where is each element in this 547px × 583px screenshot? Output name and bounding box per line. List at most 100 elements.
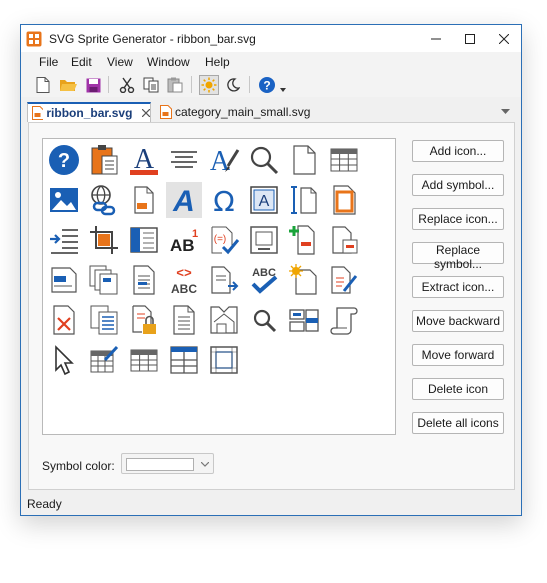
grid-icon[interactable] — [326, 142, 362, 178]
grid-icon[interactable] — [126, 222, 162, 258]
grid-icon[interactable]: A — [206, 142, 242, 178]
close-tab-icon[interactable] — [142, 109, 150, 117]
new-file-button[interactable] — [33, 75, 53, 95]
icon-grid[interactable]: ? A A A Ω A AB 1 (=) <> ABC ABC — [42, 138, 396, 435]
grid-icon[interactable] — [286, 222, 322, 258]
grid-icon[interactable] — [126, 302, 162, 338]
grid-icon[interactable] — [206, 262, 242, 298]
grid-icon[interactable] — [166, 342, 202, 378]
svg-text:A: A — [210, 146, 231, 176]
paste-icon — [167, 77, 183, 93]
grid-icon[interactable] — [46, 342, 82, 378]
code-abc-icon: <>ABC — [171, 266, 197, 296]
move-backward-button[interactable]: Move backward — [412, 310, 504, 332]
dark-theme-button[interactable] — [223, 75, 243, 95]
symbol-color-picker[interactable] — [121, 453, 214, 474]
window-title: SVG Sprite Generator - ribbon_bar.svg — [49, 32, 256, 46]
grid-icon[interactable]: AB 1 — [166, 222, 202, 258]
toolbar-separator — [249, 76, 250, 93]
grid-icon[interactable]: <> ABC — [166, 262, 202, 298]
title-bar[interactable]: SVG Sprite Generator - ribbon_bar.svg — [21, 25, 521, 52]
grid-icon[interactable]: ABC — [246, 262, 282, 298]
extract-icon-button[interactable]: Extract icon... — [412, 276, 504, 298]
cut-button[interactable] — [117, 75, 137, 95]
grid-icon[interactable]: A — [126, 142, 162, 178]
open-folder-icon — [60, 80, 77, 91]
grid-icon[interactable] — [326, 262, 362, 298]
grid-icon[interactable] — [286, 142, 322, 178]
grid-icon[interactable] — [246, 142, 282, 178]
grid-icon[interactable] — [286, 302, 322, 338]
menu-window[interactable]: Window — [147, 55, 190, 69]
grid-icon[interactable] — [326, 182, 362, 218]
grid-icon[interactable]: A — [246, 182, 282, 218]
insert-row-icon — [289, 225, 315, 255]
close-button[interactable] — [487, 25, 521, 52]
menu-file[interactable]: File — [39, 55, 58, 69]
grid-icon-selected[interactable]: A — [166, 182, 202, 218]
frame-icon — [210, 346, 238, 374]
maximize-button[interactable] — [453, 25, 487, 52]
window-list-icon — [289, 309, 319, 332]
copy-button[interactable] — [141, 75, 161, 95]
grid-icon[interactable] — [166, 302, 202, 338]
open-button[interactable] — [58, 75, 78, 95]
menu-view[interactable]: View — [107, 55, 133, 69]
sidebar-layout-icon — [130, 227, 158, 253]
grid-icon[interactable] — [166, 142, 202, 178]
move-forward-button[interactable]: Move forward — [412, 344, 504, 366]
grid-icon[interactable] — [46, 262, 82, 298]
delete-all-icons-button[interactable]: Delete all icons — [412, 412, 504, 434]
grid-icon[interactable] — [206, 342, 242, 378]
grid-icon[interactable] — [46, 182, 82, 218]
grid-icon[interactable] — [46, 302, 82, 338]
grid-icon[interactable] — [126, 342, 162, 378]
grid-icon[interactable] — [86, 142, 122, 178]
replace-icon-button[interactable]: Replace icon... — [412, 208, 504, 230]
grid-icon[interactable]: (=) — [206, 222, 242, 258]
tab-list-dropdown-icon[interactable] — [501, 109, 510, 115]
paste-button[interactable] — [165, 75, 185, 95]
grid-icon[interactable] — [86, 182, 122, 218]
help-dropdown-button[interactable] — [277, 75, 289, 95]
menu-edit[interactable]: Edit — [71, 55, 92, 69]
grid-icon[interactable] — [126, 182, 162, 218]
save-button[interactable] — [83, 75, 103, 95]
grid-icon[interactable] — [86, 222, 122, 258]
minimize-button[interactable] — [419, 25, 453, 52]
svg-text:A: A — [259, 193, 270, 210]
tab-category-main-small[interactable]: category_main_small.svg — [158, 102, 310, 122]
grid-icon[interactable]: Ω — [206, 182, 242, 218]
menu-help[interactable]: Help — [205, 55, 230, 69]
cut-icon — [119, 77, 135, 93]
grid-icon[interactable] — [86, 302, 122, 338]
light-theme-button[interactable] — [199, 75, 219, 95]
app-window: SVG Sprite Generator - ribbon_bar.svg Fi… — [20, 24, 522, 516]
grid-icon[interactable] — [246, 302, 282, 338]
grid-icon[interactable] — [206, 302, 242, 338]
help-icon: ? — [259, 77, 275, 93]
svg-text:AB: AB — [170, 236, 195, 255]
formula-check-icon: (=) — [211, 226, 240, 255]
grid-icon[interactable]: ? — [46, 142, 82, 178]
fold-page-icon — [210, 306, 238, 334]
tab-ribbon-bar[interactable]: ribbon_bar.svg — [27, 102, 151, 122]
grid-icon[interactable] — [286, 262, 322, 298]
grid-icon[interactable] — [326, 222, 362, 258]
grid-icon[interactable] — [326, 302, 362, 338]
grid-icon[interactable] — [46, 222, 82, 258]
toolbar-separator — [108, 76, 109, 93]
edit-table-icon — [90, 345, 119, 373]
help-button[interactable]: ? — [257, 75, 277, 95]
replace-symbol-button[interactable]: Replace symbol... — [412, 242, 504, 271]
dropdown-arrow-icon — [280, 88, 286, 92]
plain-table-icon — [130, 349, 158, 372]
grid-icon[interactable] — [86, 262, 122, 298]
add-icon-button[interactable]: Add icon... — [412, 140, 504, 162]
grid-icon[interactable] — [246, 222, 282, 258]
delete-icon-button[interactable]: Delete icon — [412, 378, 504, 400]
grid-icon[interactable] — [126, 262, 162, 298]
grid-icon[interactable] — [286, 182, 322, 218]
grid-icon[interactable] — [86, 342, 122, 378]
add-symbol-button[interactable]: Add symbol... — [412, 174, 504, 196]
